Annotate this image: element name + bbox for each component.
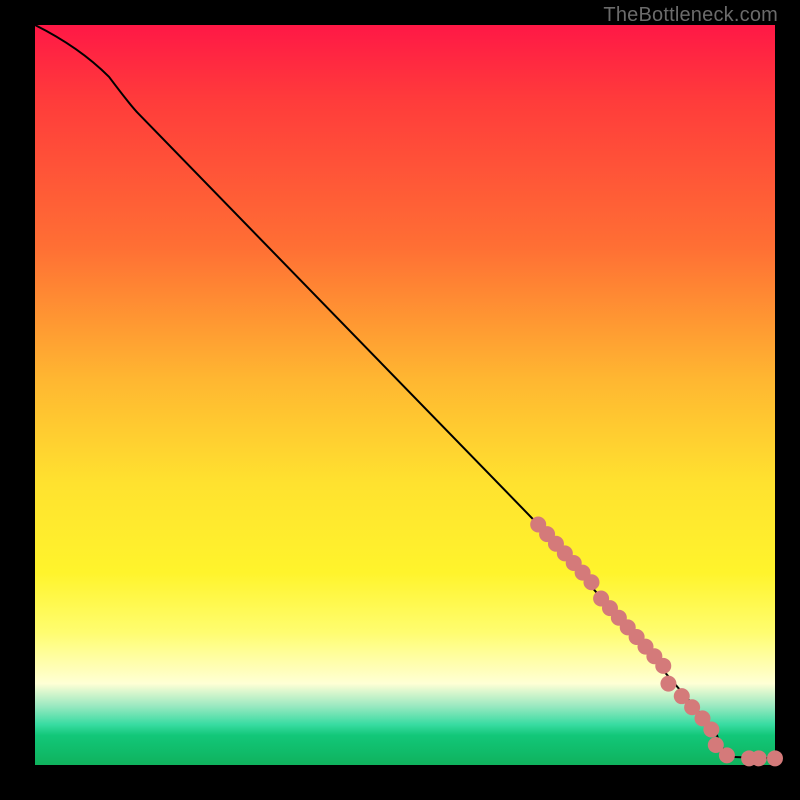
data-marker bbox=[583, 574, 599, 590]
plot-area bbox=[35, 25, 775, 765]
data-marker bbox=[660, 676, 676, 692]
data-marker bbox=[751, 750, 767, 766]
chart-frame: TheBottleneck.com bbox=[0, 0, 800, 800]
marker-group bbox=[530, 517, 783, 767]
watermark-text: TheBottleneck.com bbox=[603, 4, 778, 27]
chart-svg bbox=[35, 25, 775, 765]
data-marker bbox=[655, 658, 671, 674]
data-marker bbox=[703, 721, 719, 737]
data-marker bbox=[719, 747, 735, 763]
trend-line bbox=[35, 25, 775, 758]
data-marker bbox=[767, 750, 783, 766]
